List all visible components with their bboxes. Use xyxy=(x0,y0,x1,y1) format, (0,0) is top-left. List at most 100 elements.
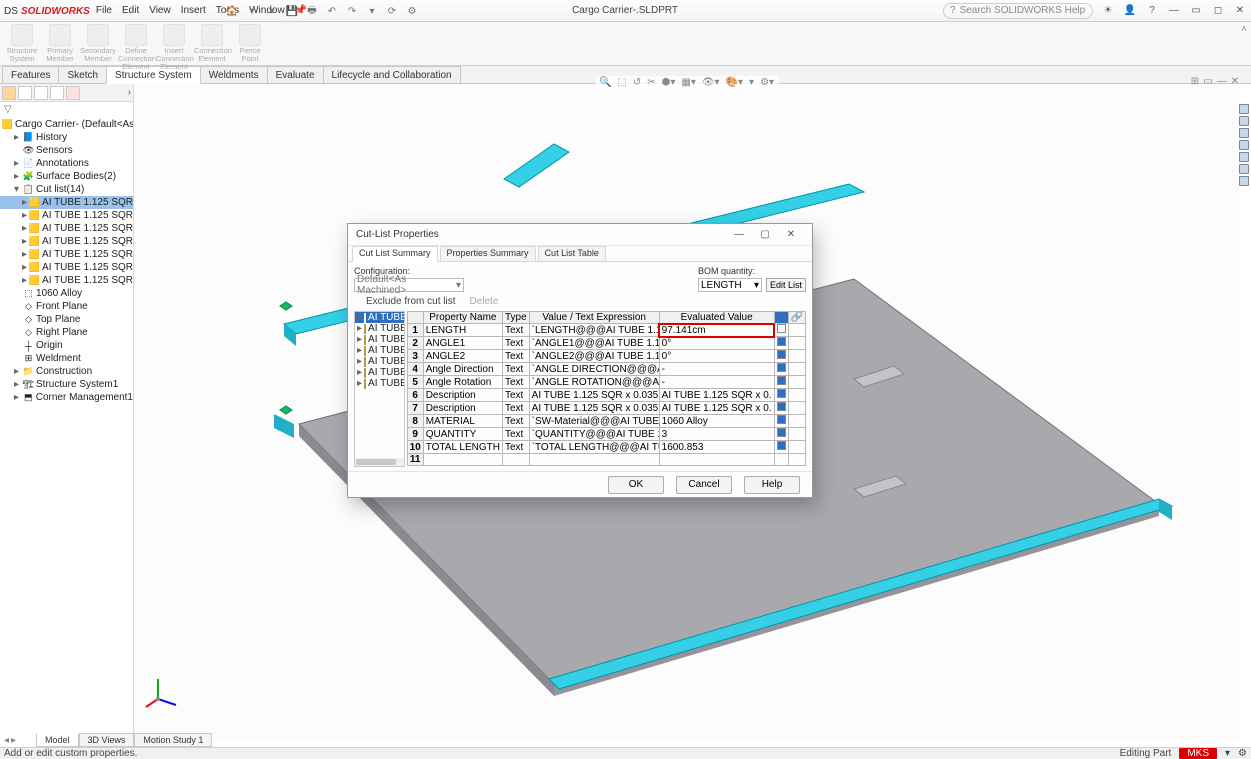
ribbon-insert-connection[interactable]: Insert Connection Element xyxy=(156,24,192,71)
tree-item[interactable]: ▸🟨AI TUBE 1.125 SQR x 0.035 WALL xyxy=(0,274,133,287)
cell-property-name[interactable]: Description xyxy=(423,389,502,402)
cell-evaluated[interactable]: 0° xyxy=(659,350,774,363)
cell-property-name[interactable] xyxy=(423,454,502,466)
tree-item[interactable]: ▸🧩Surface Bodies(2) xyxy=(0,170,133,183)
cutlist-item[interactable]: ▸AI TUBE 1.125 SQR x 0.03 xyxy=(355,356,404,367)
ribbon-pierce-point[interactable]: Pierce Point xyxy=(232,24,268,71)
open-icon[interactable]: ▾ xyxy=(265,4,279,18)
cell-checkbox[interactable] xyxy=(774,389,788,402)
cell-evaluated[interactable]: - xyxy=(659,376,774,389)
config-select[interactable]: Default<As Machined>▾ xyxy=(354,278,464,292)
cell-value[interactable]: `ANGLE DIRECTION@@@AI TUBE 1.125 SQR x xyxy=(529,363,659,376)
cell-property-name[interactable]: Angle Direction xyxy=(423,363,502,376)
expand-icon[interactable]: ▸ xyxy=(357,323,362,334)
ok-button[interactable]: OK xyxy=(608,476,664,494)
cell-type[interactable]: Text xyxy=(502,363,529,376)
tree-item[interactable]: ⊞Weldment xyxy=(0,352,133,365)
cell-link[interactable] xyxy=(788,415,805,428)
fm-config-icon[interactable] xyxy=(34,86,48,100)
expand-icon[interactable]: ▸ xyxy=(357,334,362,345)
table-row[interactable]: 2ANGLE1Text`ANGLE1@@@AI TUBE 1.125 SQR x… xyxy=(407,337,805,350)
btab-3dviews[interactable]: 3D Views xyxy=(79,733,135,747)
horiz-scrollbar[interactable] xyxy=(355,458,404,466)
home-icon[interactable]: 🏠 xyxy=(225,4,239,18)
tree-item[interactable]: ▾📋Cut list(14) xyxy=(0,183,133,196)
cell-checkbox[interactable] xyxy=(774,441,788,454)
cell-checkbox[interactable] xyxy=(774,428,788,441)
row-checkbox[interactable] xyxy=(777,428,786,437)
cutlist-item[interactable]: ▸AI TUBE 1.125 SQR x 0.03 xyxy=(355,367,404,378)
table-row[interactable]: 6DescriptionTextAI TUBE 1.125 SQR x 0.03… xyxy=(407,389,805,402)
btab-next-icon[interactable]: ▸ xyxy=(11,735,16,746)
row-checkbox[interactable] xyxy=(777,415,786,424)
dialog-close-icon[interactable]: ✕ xyxy=(778,226,804,244)
exclude-action[interactable]: Exclude from cut list xyxy=(366,296,455,307)
ribbon-connection-element[interactable]: Connection Element xyxy=(194,24,230,71)
expand-icon[interactable]: ▸ xyxy=(22,249,27,260)
cell-property-name[interactable]: ANGLE1 xyxy=(423,337,502,350)
cell-link[interactable] xyxy=(788,389,805,402)
status-units[interactable]: MKS xyxy=(1179,748,1217,759)
expand-icon[interactable]: ▸ xyxy=(12,171,21,182)
status-dropdown-icon[interactable]: ▾ xyxy=(1225,748,1230,759)
expand-icon[interactable]: ▸ xyxy=(357,367,362,378)
options-icon[interactable]: ⚙ xyxy=(405,4,419,18)
tree-root[interactable]: 🟨 Cargo Carrier- (Default<As Machined>) xyxy=(0,118,133,131)
cell-evaluated[interactable]: 1600.853 xyxy=(659,441,774,454)
taskpane-appearances-icon[interactable] xyxy=(1239,164,1249,174)
cell-property-name[interactable]: QUANTITY xyxy=(423,428,502,441)
row-checkbox[interactable] xyxy=(777,350,786,359)
dialog-titlebar[interactable]: Cut-List Properties — ▢ ✕ xyxy=(348,224,812,246)
ribbon-collapse-icon[interactable]: ˄ xyxy=(1241,24,1247,35)
tree-item[interactable]: ◇Right Plane xyxy=(0,326,133,339)
tree-item[interactable]: ▸🟨AI TUBE 1.125 SQR x 0.035 WALL xyxy=(0,222,133,235)
dialog-minimize-icon[interactable]: — xyxy=(726,226,752,244)
window-close-icon[interactable]: ✕ xyxy=(1233,4,1247,18)
cell-checkbox[interactable] xyxy=(774,415,788,428)
tree-item[interactable]: ◇Top Plane xyxy=(0,313,133,326)
row-checkbox[interactable] xyxy=(777,402,786,411)
cell-link[interactable] xyxy=(788,376,805,389)
dlg-tab-table[interactable]: Cut List Table xyxy=(538,246,606,261)
col-type[interactable]: Type xyxy=(502,312,529,324)
expand-icon[interactable]: ▸ xyxy=(357,378,362,389)
cell-checkbox[interactable] xyxy=(774,454,788,466)
tree-item[interactable]: ┼Origin xyxy=(0,339,133,352)
cell-value[interactable]: `SW-Material@@@AI TUBE 1.125 SQR x 0.035 xyxy=(529,415,659,428)
expand-icon[interactable]: ▸ xyxy=(22,275,27,286)
expand-icon[interactable]: ▸ xyxy=(12,132,21,143)
cell-evaluated[interactable]: 97.141cm xyxy=(659,324,774,337)
table-row[interactable]: 1LENGTHText`LENGTH@@@AI TUBE 1.125 SQR x… xyxy=(407,324,805,337)
taskpane-resources-icon[interactable] xyxy=(1239,116,1249,126)
cell-evaluated[interactable]: - xyxy=(659,363,774,376)
cell-type[interactable]: Text xyxy=(502,389,529,402)
save-icon[interactable]: 💾 xyxy=(285,4,299,18)
undo-icon[interactable]: ↶ xyxy=(325,4,339,18)
orientation-triad[interactable] xyxy=(144,675,180,711)
tree-item[interactable]: ▸⬒Corner Management1 xyxy=(0,391,133,404)
table-row[interactable]: 5Angle RotationText`ANGLE ROTATION@@@AI … xyxy=(407,376,805,389)
cell-type[interactable]: Text xyxy=(502,428,529,441)
menu-edit[interactable]: Edit xyxy=(122,5,139,16)
expand-icon[interactable]: ▸ xyxy=(357,345,362,356)
cell-link[interactable] xyxy=(788,350,805,363)
row-checkbox[interactable] xyxy=(777,389,786,398)
cutlist-item[interactable]: ▸AI TUBE 1.125 SQR x 0.03 xyxy=(355,323,404,334)
cell-type[interactable]: Text xyxy=(502,350,529,363)
cell-type[interactable]: Text xyxy=(502,441,529,454)
user-icon[interactable]: 👤 xyxy=(1123,4,1137,18)
btab-model[interactable]: Model xyxy=(36,733,79,747)
tree-item[interactable]: ▸🟨AI TUBE 1.125 SQR x 0.035 WALL xyxy=(0,248,133,261)
btab-prev-icon[interactable]: ◂ xyxy=(4,735,9,746)
window-maximize-icon[interactable]: ◻ xyxy=(1211,4,1225,18)
cutlist-item[interactable]: ▸AI TUBE 1.125 SQR x 0.03 xyxy=(355,334,404,345)
cell-property-name[interactable]: Angle Rotation xyxy=(423,376,502,389)
tree-item[interactable]: ▸📘History xyxy=(0,131,133,144)
cell-type[interactable]: Text xyxy=(502,337,529,350)
col-value[interactable]: Value / Text Expression xyxy=(529,312,659,324)
menu-file[interactable]: File xyxy=(96,5,112,16)
cell-property-name[interactable]: Description xyxy=(423,402,502,415)
tree-item[interactable]: ⬚1060 Alloy xyxy=(0,287,133,300)
cell-property-name[interactable]: MATERIAL xyxy=(423,415,502,428)
tree-item[interactable]: ▸📄Annotations xyxy=(0,157,133,170)
